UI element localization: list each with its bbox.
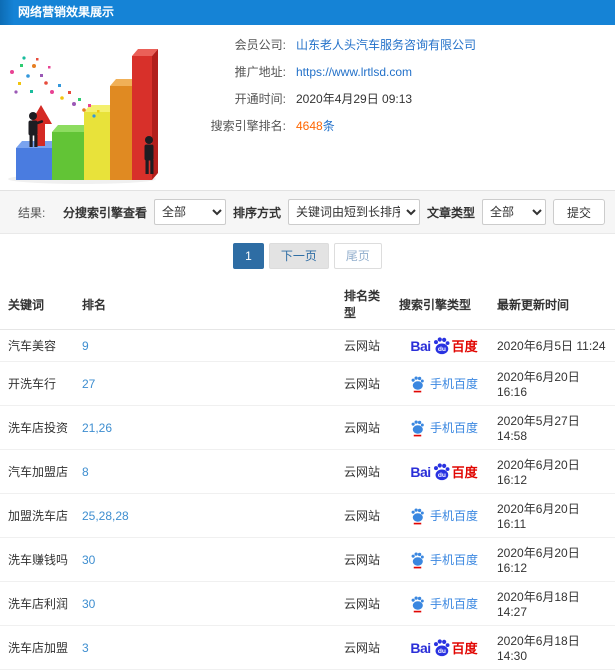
promo-url-label: 推广地址:	[234, 65, 286, 79]
rank-type-cell: 云网站	[340, 361, 395, 406]
engine-filter-select[interactable]: 全部	[153, 199, 226, 225]
results-label: 结果:	[18, 205, 46, 220]
table-row: 开洗车行 27 云网站 手机百度 2020年6月20日 16:16	[0, 361, 615, 406]
keyword-cell: 汽车加盟店	[0, 449, 78, 494]
sort-filter-label: 排序方式	[232, 205, 281, 220]
baidu-mobile-logo: 手机百度	[410, 507, 478, 525]
filter-bar: 结果: 分搜索引擎查看 全部 排序方式 关键词由短到长排序 文章类型 全部 提交	[0, 190, 615, 234]
open-time-label: 开通时间:	[234, 92, 286, 106]
update-time-cell: 2020年6月18日 14:30	[493, 625, 615, 670]
baidu-mobile-logo: 手机百度	[410, 419, 478, 437]
keyword-cell: 洗车店利润	[0, 581, 78, 626]
table-row: 洗车店投资 21,26 云网站 手机百度 2020年5月27日 14:58	[0, 405, 615, 450]
member-info-section: 会员公司: 山东老人头汽车服务咨询有限公司 推广地址: https://www.…	[0, 25, 615, 190]
field-engine-rank: 搜索引擎排名: 4648条	[168, 118, 615, 134]
rank-link[interactable]: 8	[82, 465, 89, 479]
rank-link[interactable]: 30	[82, 597, 95, 611]
table-header-row: 关键词 排名 排名类型 搜索引擎类型 最新更新时间	[0, 278, 615, 330]
baidu-paw-icon: du	[433, 639, 450, 657]
submit-button[interactable]: 提交	[552, 199, 605, 225]
page-1-button[interactable]: 1	[233, 243, 264, 269]
mobile-baidu-paw-icon	[411, 420, 424, 436]
open-time-value: 2020年4月29日 09:13	[296, 92, 413, 106]
table-row: 洗车店加盟 3 云网站 Bai du 百度 2020年6月18日 14:30	[0, 625, 615, 670]
svg-text:du: du	[437, 472, 445, 479]
keyword-cell: 加盟洗车店	[0, 493, 78, 538]
rank-type-cell: 云网站	[340, 329, 395, 362]
rank-link[interactable]: 3	[82, 641, 89, 655]
update-time-cell: 2020年6月20日 16:11	[493, 493, 615, 538]
update-time-cell: 2020年6月18日 14:27	[493, 581, 615, 626]
pagination: 1 下一页 尾页	[0, 234, 615, 278]
bar-chart-illustration	[0, 28, 168, 188]
col-rank-type: 排名类型	[340, 278, 395, 330]
rank-type-cell: 云网站	[340, 625, 395, 670]
field-company: 会员公司: 山东老人头汽车服务咨询有限公司	[168, 37, 615, 53]
table-row: 加盟洗车店 25,28,28 云网站 手机百度 2020年6月20日 16:11	[0, 493, 615, 538]
col-keyword: 关键词	[0, 278, 78, 330]
rank-link[interactable]: 21,26	[82, 421, 112, 435]
baidu-paw-icon: du	[433, 463, 450, 481]
svg-text:du: du	[437, 346, 445, 353]
baidu-pc-logo: Bai du 百度	[410, 463, 478, 481]
mobile-baidu-paw-icon	[411, 376, 424, 392]
keyword-cell: 洗车赚钱吗	[0, 537, 78, 582]
article-type-label: 文章类型	[426, 205, 475, 220]
baidu-pc-logo: Bai du 百度	[410, 337, 478, 355]
table-row: 洗车赚钱吗 30 云网站 手机百度 2020年6月20日 16:12	[0, 537, 615, 582]
keyword-rank-table: 关键词 排名 排名类型 搜索引擎类型 最新更新时间 汽车美容 9 云网站 Bai…	[0, 278, 615, 670]
baidu-mobile-logo: 手机百度	[410, 595, 478, 613]
col-update-time: 最新更新时间	[493, 278, 615, 330]
engine-filter-label: 分搜索引擎查看	[62, 205, 147, 220]
field-open-time: 开通时间: 2020年4月29日 09:13	[168, 91, 615, 107]
field-promo-url: 推广地址: https://www.lrtlsd.com	[168, 64, 615, 80]
rank-type-cell: 云网站	[340, 581, 395, 626]
mobile-baidu-paw-icon	[411, 508, 424, 524]
keyword-cell: 洗车店加盟	[0, 625, 78, 670]
col-search-engine: 搜索引擎类型	[395, 278, 493, 330]
promo-url-link[interactable]: https://www.lrtlsd.com	[296, 64, 412, 80]
update-time-cell: 2020年6月5日 11:24	[493, 329, 615, 362]
marketing-report-page: 网络营销效果展示 会员公司: 山东老人头汽车服务咨询有限公司 推广地址: htt…	[0, 0, 615, 670]
mobile-baidu-paw-icon	[411, 596, 424, 612]
baidu-pc-logo: Bai du 百度	[410, 639, 478, 657]
rank-type-cell: 云网站	[340, 493, 395, 538]
rank-type-cell: 云网站	[340, 449, 395, 494]
article-type-select[interactable]: 全部	[481, 199, 546, 225]
update-time-cell: 2020年6月20日 16:12	[493, 449, 615, 494]
keyword-cell: 开洗车行	[0, 361, 78, 406]
rank-type-cell: 云网站	[340, 405, 395, 450]
keyword-cell: 洗车店投资	[0, 405, 78, 450]
baidu-paw-icon: du	[433, 337, 450, 355]
last-page-button[interactable]: 尾页	[333, 243, 382, 269]
company-link[interactable]: 山东老人头汽车服务咨询有限公司	[296, 37, 476, 53]
company-label: 会员公司:	[234, 38, 286, 52]
col-rank: 排名	[78, 278, 340, 330]
mobile-baidu-paw-icon	[411, 552, 424, 568]
update-time-cell: 2020年6月20日 16:16	[493, 361, 615, 406]
page-header: 网络营销效果展示	[0, 0, 615, 25]
svg-text:du: du	[437, 648, 445, 655]
sort-filter-select[interactable]: 关键词由短到长排序	[287, 199, 420, 225]
rank-type-cell: 云网站	[340, 537, 395, 582]
engine-rank-count: 4648	[296, 119, 323, 133]
rank-link[interactable]: 9	[82, 339, 89, 353]
update-time-cell: 2020年5月27日 14:58	[493, 405, 615, 450]
member-fields: 会员公司: 山东老人头汽车服务咨询有限公司 推广地址: https://www.…	[168, 25, 615, 190]
keyword-cell: 汽车美容	[0, 329, 78, 362]
engine-rank-unit: 条	[322, 119, 335, 133]
rank-link[interactable]: 27	[82, 377, 95, 391]
baidu-mobile-logo: 手机百度	[410, 551, 478, 569]
next-page-button[interactable]: 下一页	[268, 243, 329, 269]
rank-link[interactable]: 25,28,28	[82, 509, 129, 523]
page-title: 网络营销效果展示	[18, 5, 115, 19]
table-row: 汽车美容 9 云网站 Bai du 百度 2020年6月5日 11:24	[0, 329, 615, 362]
baidu-mobile-logo: 手机百度	[410, 375, 478, 393]
table-row: 汽车加盟店 8 云网站 Bai du 百度 2020年6月20日 16:12	[0, 449, 615, 494]
rank-link[interactable]: 30	[82, 553, 95, 567]
table-row: 洗车店利润 30 云网站 手机百度 2020年6月18日 14:27	[0, 581, 615, 626]
update-time-cell: 2020年6月20日 16:12	[493, 537, 615, 582]
engine-rank-label: 搜索引擎排名:	[210, 119, 286, 133]
